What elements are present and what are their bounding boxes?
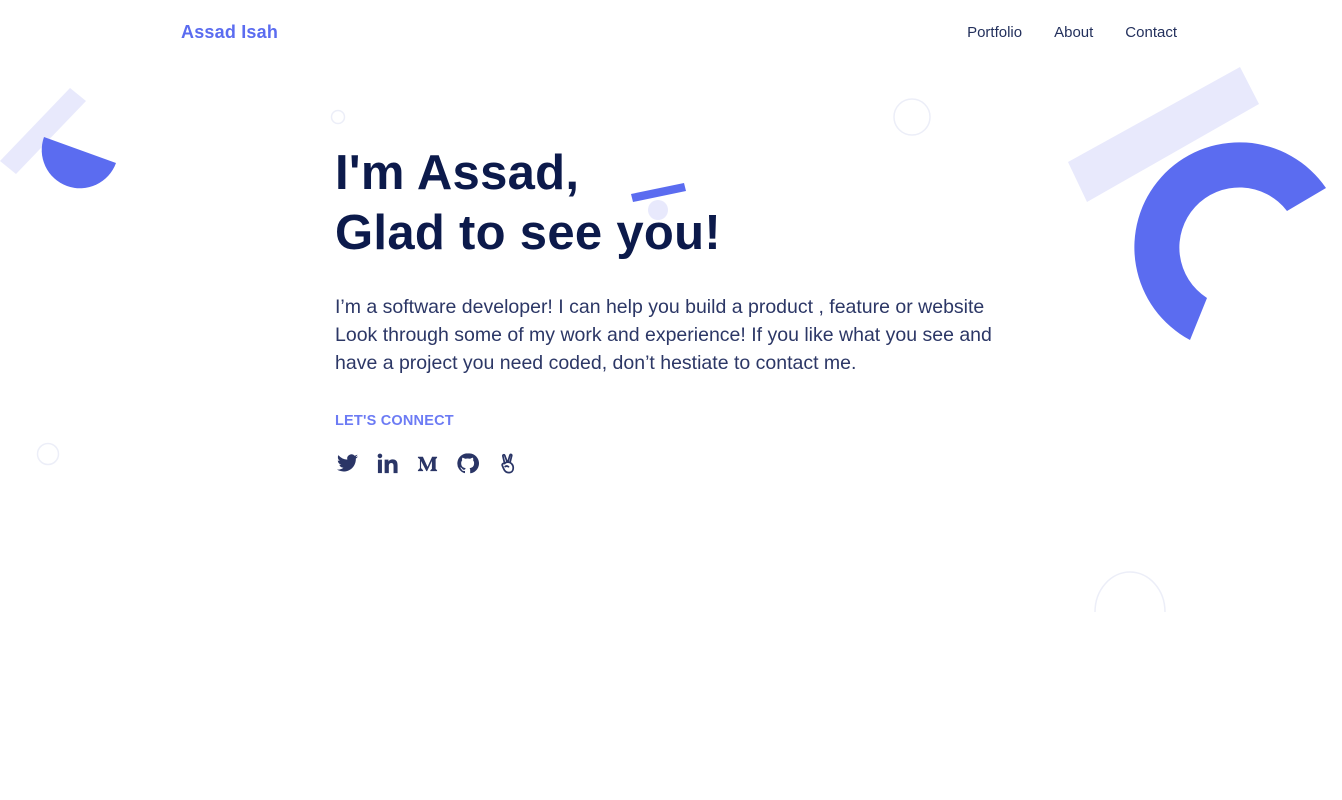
hero-headline: I'm Assad, Glad to see you! <box>335 143 1015 263</box>
nav-portfolio[interactable]: Portfolio <box>967 24 1022 41</box>
medium-icon <box>417 456 437 471</box>
github-icon <box>456 452 479 473</box>
linkedin-link[interactable] <box>375 451 399 475</box>
deco-half-disc-left <box>41 137 117 189</box>
angellist-icon <box>500 453 514 473</box>
page: Assad Isah Portfolio About Contact I'm A… <box>0 0 1342 800</box>
twitter-link[interactable] <box>335 451 359 475</box>
connect-label: LET'S CONNECT <box>335 413 454 429</box>
hero-section: I'm Assad, Glad to see you! I’m a softwa… <box>335 143 1015 475</box>
hero-intro: I’m a software developer! I can help you… <box>335 296 992 374</box>
angellist-link[interactable] <box>495 451 519 475</box>
main-nav: Portfolio About Contact <box>967 24 1177 41</box>
medium-link[interactable] <box>415 451 439 475</box>
deco-half-ring-bottom <box>1094 571 1166 613</box>
deco-light-bar-left <box>0 88 86 174</box>
social-links <box>335 451 1015 475</box>
brand-logo[interactable]: Assad Isah <box>181 22 278 43</box>
hero-headline-line2: Glad to see you! <box>335 206 721 260</box>
deco-light-bar-right <box>1068 67 1259 202</box>
nav-about[interactable]: About <box>1054 24 1093 41</box>
deco-ring-mid <box>893 98 931 136</box>
deco-ring-left <box>36 442 60 466</box>
deco-big-arc-right <box>1134 142 1326 340</box>
deco-ring-small <box>330 109 346 125</box>
linkedin-icon <box>377 453 398 473</box>
hero-headline-line1: I'm Assad, <box>335 146 580 200</box>
twitter-icon <box>336 453 358 471</box>
nav-contact[interactable]: Contact <box>1125 24 1177 41</box>
github-link[interactable] <box>455 451 479 475</box>
